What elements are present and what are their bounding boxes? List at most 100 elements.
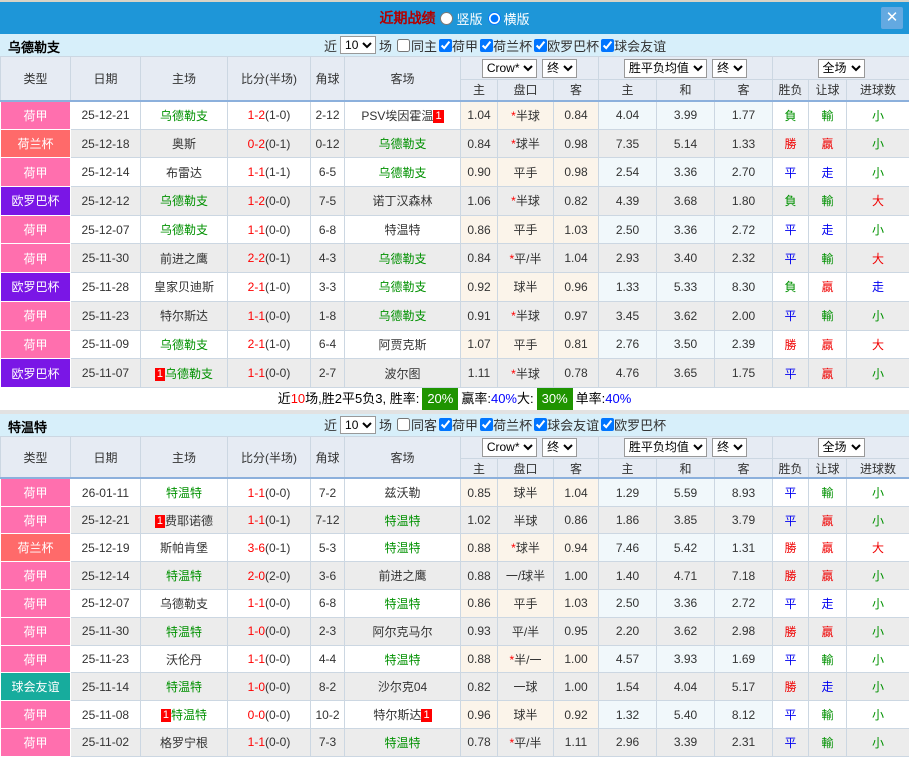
odds-away: 1.04 bbox=[554, 244, 599, 273]
match-score: 1-1(0-0) bbox=[228, 215, 311, 244]
league-filter[interactable]: 荷甲 bbox=[437, 415, 478, 434]
odds-final-select[interactable]: 终 bbox=[542, 59, 577, 78]
match-date: 26-01-11 bbox=[71, 478, 141, 506]
avg-draw: 3.36 bbox=[657, 158, 715, 187]
halftime-score: (1-1) bbox=[265, 165, 290, 179]
league-label: 球会友谊 bbox=[547, 415, 599, 434]
league-filter[interactable]: 球会友谊 bbox=[532, 415, 599, 434]
red-number-badge: 1 bbox=[155, 515, 165, 528]
match-score: 1-1(0-0) bbox=[228, 645, 311, 673]
same-venue-filter[interactable]: 同客 bbox=[392, 415, 437, 434]
handicap-star: * bbox=[511, 194, 516, 208]
league-checkbox[interactable] bbox=[480, 418, 493, 431]
corners: 2-3 bbox=[311, 617, 345, 645]
avg-lose: 1.31 bbox=[715, 534, 773, 562]
match-score: 1-0(0-0) bbox=[228, 617, 311, 645]
fulltime-score: 1-0 bbox=[248, 680, 265, 694]
avg-final-select[interactable]: 终 bbox=[712, 438, 747, 457]
close-icon[interactable]: ✕ bbox=[881, 7, 903, 29]
handicap-star: * bbox=[511, 137, 516, 151]
odds-select-cell: Crow* 终 bbox=[461, 436, 599, 458]
avg-lose: 2.39 bbox=[715, 330, 773, 359]
avg-lose: 2.72 bbox=[715, 215, 773, 244]
odds-home: 0.90 bbox=[461, 158, 498, 187]
avg-win: 3.45 bbox=[599, 301, 657, 330]
league-filter[interactable]: 球会友谊 bbox=[599, 36, 666, 55]
col-avg-win: 主 bbox=[599, 458, 657, 478]
horizontal-radio[interactable] bbox=[488, 12, 501, 25]
home-team: 奥斯 bbox=[141, 129, 228, 158]
home-team-name: 特温特 bbox=[171, 708, 207, 722]
avg-lose: 1.80 bbox=[715, 187, 773, 216]
home-team-name: 皇家贝迪斯 bbox=[154, 280, 214, 294]
league-filter[interactable]: 荷甲 bbox=[437, 36, 478, 55]
result-goals: 走 bbox=[847, 273, 909, 302]
col-home: 主场 bbox=[141, 57, 228, 101]
handicap: 半球 bbox=[498, 506, 554, 534]
away-team-name: 特尔斯达 bbox=[373, 708, 421, 722]
league-checkbox[interactable] bbox=[439, 39, 452, 52]
odds-final-select[interactable]: 终 bbox=[542, 438, 577, 457]
layout-vertical-option[interactable]: 竖版 bbox=[440, 9, 482, 28]
record-summary: 近10场,胜2平5负3, 胜率:20%赢率:40%大:30%单率:40% bbox=[0, 388, 909, 410]
avg-win: 1.40 bbox=[599, 562, 657, 590]
result-goals: 大 bbox=[847, 244, 909, 273]
match-row: 荷甲25-11-02格罗宁根1-1(0-0)7-3特温特0.78*平/半1.11… bbox=[1, 729, 909, 757]
fulltime-score: 0-2 bbox=[248, 137, 265, 151]
league-checkbox[interactable] bbox=[534, 39, 547, 52]
league-checkbox[interactable] bbox=[601, 39, 614, 52]
handicap-star: * bbox=[509, 736, 514, 750]
same-venue-checkbox[interactable] bbox=[397, 39, 410, 52]
home-team: 乌德勒支 bbox=[141, 330, 228, 359]
same-venue-checkbox[interactable] bbox=[397, 418, 410, 431]
col-score: 比分(半场) bbox=[228, 436, 311, 478]
fulltime-select[interactable]: 全场 bbox=[818, 59, 865, 78]
match-count-select[interactable]: 10 bbox=[340, 36, 376, 54]
result-goals: 小 bbox=[847, 590, 909, 618]
league-checkbox[interactable] bbox=[439, 418, 452, 431]
same-venue-filter[interactable]: 同主 bbox=[392, 36, 437, 55]
competition-badge: 欧罗巴杯 bbox=[1, 187, 71, 216]
corners: 3-6 bbox=[311, 562, 345, 590]
vertical-radio[interactable] bbox=[440, 12, 453, 25]
league-filter[interactable]: 荷兰杯 bbox=[478, 36, 532, 55]
same-venue-label: 同主 bbox=[411, 36, 437, 55]
col-handicap-result: 让球 bbox=[809, 80, 847, 101]
away-team-name: 特温特 bbox=[384, 514, 420, 528]
odds-away: 0.98 bbox=[554, 129, 599, 158]
col-avg-draw: 和 bbox=[657, 80, 715, 101]
horizontal-radio-label: 横版 bbox=[504, 9, 530, 28]
fulltime-select[interactable]: 全场 bbox=[818, 438, 865, 457]
league-checkbox[interactable] bbox=[480, 39, 493, 52]
league-filter[interactable]: 欧罗巴杯 bbox=[599, 415, 666, 434]
league-filter[interactable]: 荷兰杯 bbox=[478, 415, 532, 434]
avg-draw: 3.68 bbox=[657, 187, 715, 216]
avg-select[interactable]: 胜平负均值 bbox=[624, 59, 707, 78]
league-filter[interactable]: 欧罗巴杯 bbox=[532, 36, 599, 55]
result-winloss: 勝 bbox=[773, 330, 809, 359]
competition-badge: 荷甲 bbox=[1, 506, 71, 534]
competition-badge: 荷甲 bbox=[1, 158, 71, 187]
avg-draw: 3.99 bbox=[657, 101, 715, 130]
odds-company-select[interactable]: Crow* bbox=[482, 438, 537, 457]
odds-select-cell: Crow* 终 bbox=[461, 57, 599, 80]
odds-home: 1.11 bbox=[461, 359, 498, 388]
competition-badge: 荷甲 bbox=[1, 729, 71, 757]
fulltime-score: 1-2 bbox=[248, 194, 265, 208]
match-count-select[interactable]: 10 bbox=[340, 416, 376, 434]
league-checkbox[interactable] bbox=[601, 418, 614, 431]
match-rows: 荷甲25-12-21乌德勒支1-2(1-0)2-12PSV埃因霍温11.04*半… bbox=[1, 101, 909, 388]
avg-draw: 5.42 bbox=[657, 534, 715, 562]
away-team-name: 诺丁汉森林 bbox=[372, 194, 432, 208]
col-home: 主场 bbox=[141, 436, 228, 478]
avg-final-select[interactable]: 终 bbox=[712, 59, 747, 78]
result-winloss: 負 bbox=[773, 101, 809, 130]
odds-company-select[interactable]: Crow* bbox=[482, 59, 537, 78]
league-checkbox[interactable] bbox=[534, 418, 547, 431]
avg-select[interactable]: 胜平负均值 bbox=[624, 438, 707, 457]
match-row: 欧罗巴杯25-11-071乌德勒支1-1(0-0)2-7波尔图1.11*半球0.… bbox=[1, 359, 909, 388]
match-date: 25-11-09 bbox=[71, 330, 141, 359]
result-handicap: 走 bbox=[809, 590, 847, 618]
competition-badge: 荷甲 bbox=[1, 617, 71, 645]
layout-horizontal-option[interactable]: 横版 bbox=[488, 9, 530, 28]
